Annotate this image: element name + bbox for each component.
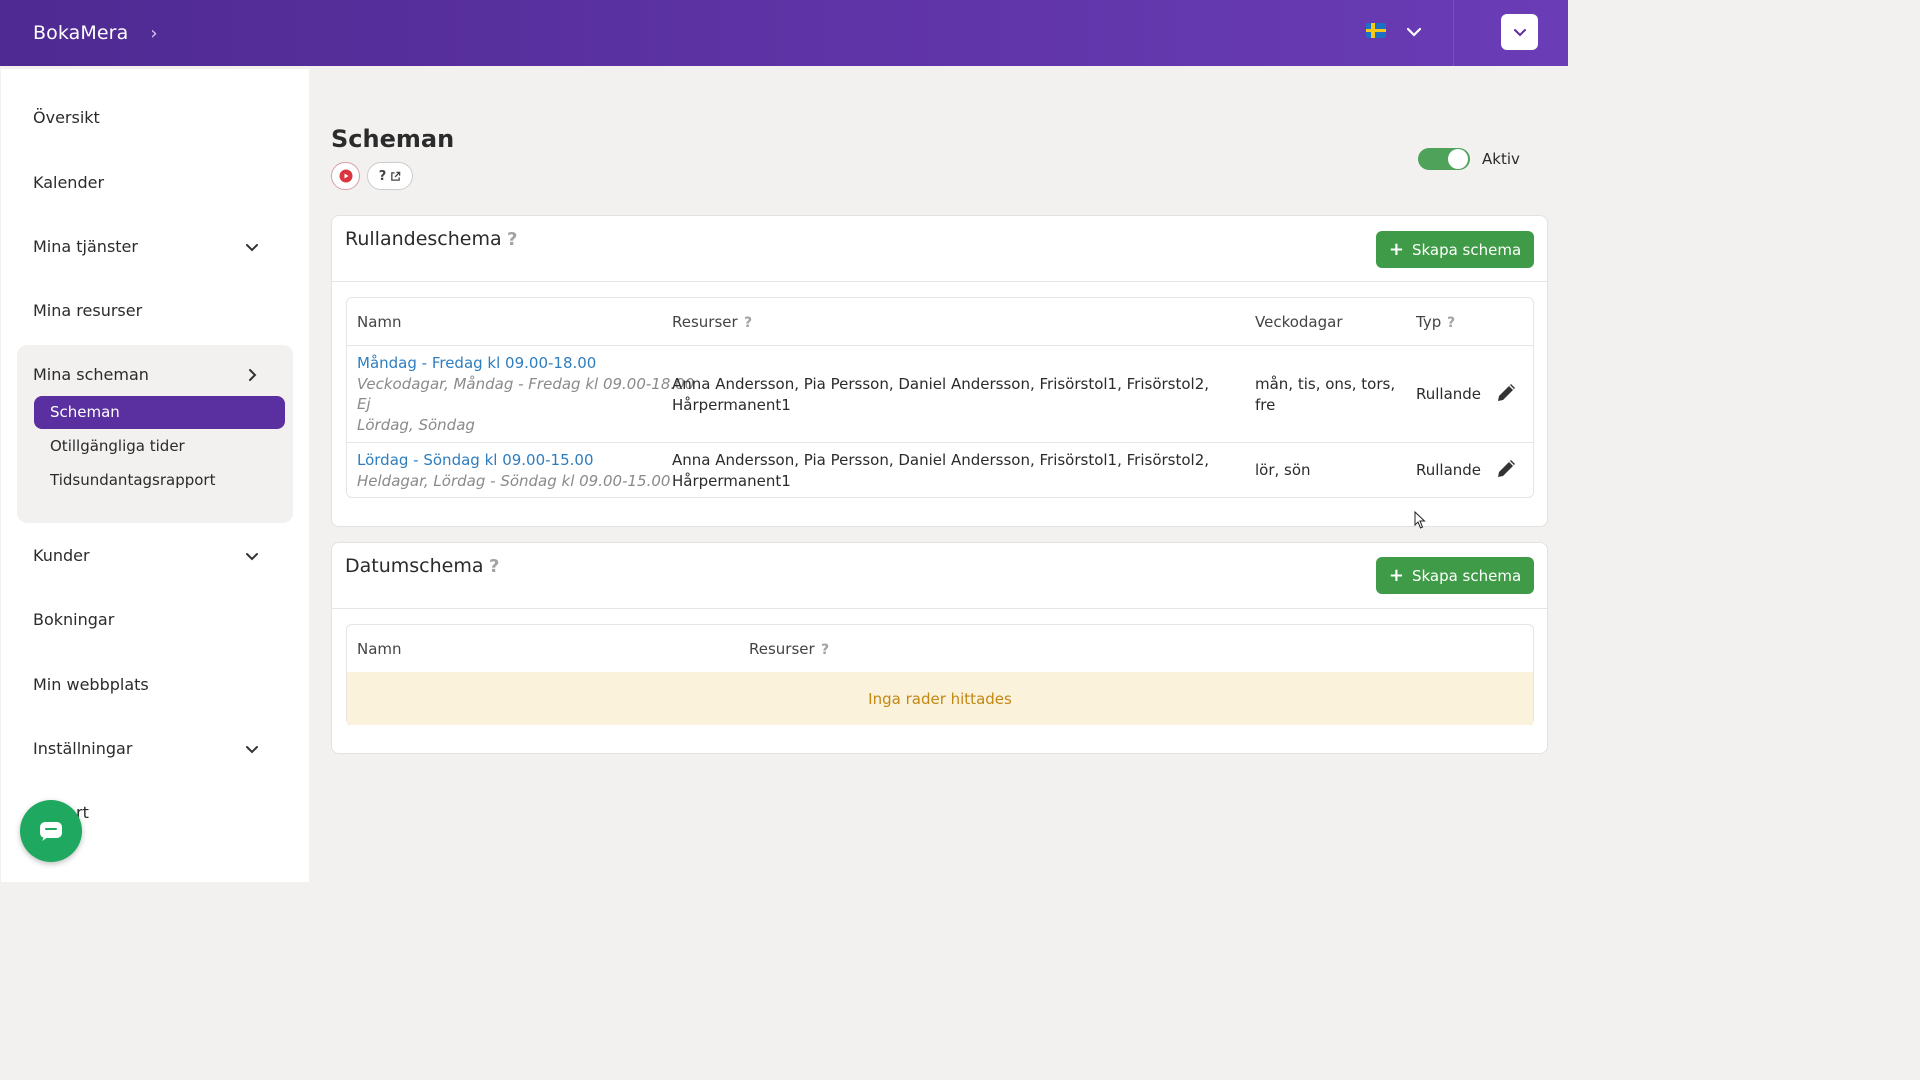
help-question-icon[interactable]: ? (1447, 314, 1457, 330)
divider (347, 442, 1533, 443)
help-question-icon[interactable]: ? (744, 314, 754, 330)
empty-state-row: Inga rader hittades (347, 672, 1533, 725)
table-row-name-cell: Lördag - Söndag kl 09.00-15.00 Heldagar,… (357, 450, 670, 491)
chevron-down-icon[interactable] (243, 238, 261, 260)
help-question-icon[interactable]: ? (488, 556, 502, 576)
chevron-down-icon[interactable] (243, 547, 261, 569)
external-link-icon (391, 171, 401, 181)
sidebar-item-min-webbplats[interactable]: Min webbplats (33, 675, 149, 694)
edit-pencil-icon[interactable] (1495, 456, 1519, 484)
edit-pencil-icon[interactable] (1495, 380, 1519, 408)
dated-schedule-card: Datumschema ? + Skapa schema Namn Resurs… (331, 542, 1548, 754)
topbar-divider (1453, 0, 1454, 66)
divider (347, 345, 1533, 346)
plus-icon: + (1388, 564, 1404, 586)
column-header-resources: Resurser ? (749, 640, 831, 658)
rolling-schedule-title: Rullandeschema ? (345, 228, 520, 250)
help-question-icon[interactable]: ? (821, 641, 831, 657)
plus-icon: + (1388, 238, 1404, 260)
sidebar-subitem-otillgangliga-tider[interactable]: Otillgängliga tider (50, 437, 185, 455)
chat-bubble-icon (40, 822, 62, 841)
breadcrumb-chevron-icon: › (150, 22, 158, 44)
table-row-type-cell: Rullande (1416, 461, 1482, 479)
active-toggle[interactable] (1418, 148, 1470, 170)
svg-text:?: ? (744, 315, 752, 330)
column-header-type: Typ ? (1416, 313, 1457, 331)
svg-text:?: ? (507, 229, 517, 249)
column-header-name: Namn (357, 313, 402, 331)
help-question-icon[interactable]: ? (506, 229, 520, 249)
table-row-weekdays-cell: lör, sön (1255, 461, 1311, 479)
sidebar-item-mina-resurser[interactable]: Mina resurser (33, 301, 142, 320)
schedule-link[interactable]: Lördag - Söndag kl 09.00-15.00 (357, 450, 670, 471)
schedule-description: Heldagar, Lördag - Söndag kl 09.00-15.00 (357, 471, 671, 490)
create-schedule-label: Skapa schema (1411, 566, 1522, 585)
top-bar: BokaMera › (0, 0, 1568, 66)
create-rolling-schedule-button[interactable]: + Skapa schema (1376, 231, 1534, 268)
svg-text:?: ? (489, 556, 499, 576)
sidebar-item-mina-scheman[interactable]: Mina scheman (33, 365, 149, 384)
youtube-icon (339, 169, 352, 183)
rolling-schedule-card: Rullandeschema ? + Skapa schema Namn Res… (331, 215, 1548, 527)
sidebar-subitem-scheman[interactable]: Scheman (34, 396, 285, 429)
chevron-down-icon (1513, 29, 1526, 37)
create-schedule-label: Skapa schema (1411, 240, 1522, 259)
table-row-name-cell: Måndag - Fredag kl 09.00-18.00 Veckodaga… (357, 353, 694, 435)
schedule-exception-label: Ej (357, 395, 371, 413)
brand-name[interactable]: BokaMera (33, 22, 128, 44)
schedule-link[interactable]: Måndag - Fredag kl 09.00-18.00 (357, 353, 694, 374)
table-row-resources-cell: Anna Andersson, Pia Persson, Daniel Ande… (672, 451, 1210, 490)
table-row-resources-cell: Anna Andersson, Pia Persson, Daniel Ande… (672, 375, 1210, 414)
dated-schedule-title: Datumschema ? (345, 555, 502, 577)
schedule-exception-days: Lördag, Söndag (357, 415, 475, 434)
sidebar-item-oversikt[interactable]: Översikt (33, 108, 100, 127)
sidebar-item-installningar[interactable]: Inställningar (33, 739, 132, 758)
column-header-name: Namn (357, 640, 402, 658)
help-label: ? (378, 168, 387, 184)
column-header-resources: Resurser ? (672, 313, 754, 331)
svg-text:?: ? (1447, 315, 1455, 330)
mouse-cursor-icon (1414, 510, 1426, 533)
rolling-schedule-title-text: Rullandeschema (345, 228, 502, 250)
sidebar-item-kunder[interactable]: Kunder (33, 546, 90, 565)
svg-text:?: ? (821, 642, 829, 657)
schedule-description: Veckodagar, Måndag - Fredag kl 09.00-18.… (357, 374, 695, 393)
dated-schedule-title-text: Datumschema (345, 555, 484, 577)
language-chevron-down-icon[interactable] (1404, 18, 1424, 50)
table-row-type-cell: Rullande (1416, 385, 1482, 403)
rolling-schedule-table: Namn Resurser ? Veckodagar Typ ? Måndag … (346, 297, 1534, 498)
swedish-flag-icon[interactable] (1366, 23, 1386, 38)
user-menu-button[interactable] (1501, 14, 1538, 50)
create-dated-schedule-button[interactable]: + Skapa schema (1376, 557, 1534, 594)
page-title: Scheman (331, 125, 455, 153)
active-toggle-label: Aktiv (1482, 150, 1520, 168)
sidebar-subitem-tidsundantagsrapport[interactable]: Tidsundantagsrapport (50, 471, 215, 489)
sidebar-item-bokningar[interactable]: Bokningar (33, 610, 114, 629)
divider (332, 281, 1547, 282)
divider (332, 608, 1547, 609)
chevron-right-icon[interactable] (243, 366, 261, 388)
video-help-button[interactable] (331, 162, 360, 190)
chat-button[interactable] (20, 800, 82, 862)
chevron-down-icon[interactable] (243, 740, 261, 762)
column-header-weekdays: Veckodagar (1255, 313, 1343, 331)
dated-schedule-table: Namn Resurser ? Inga rader hittades (346, 624, 1534, 725)
table-row-weekdays-cell: mån, tis, ons, tors, fre (1255, 375, 1396, 414)
sidebar-item-kalender[interactable]: Kalender (33, 173, 104, 192)
sidebar-item-mina-tjanster[interactable]: Mina tjänster (33, 237, 138, 256)
external-help-button[interactable]: ? (367, 162, 413, 190)
